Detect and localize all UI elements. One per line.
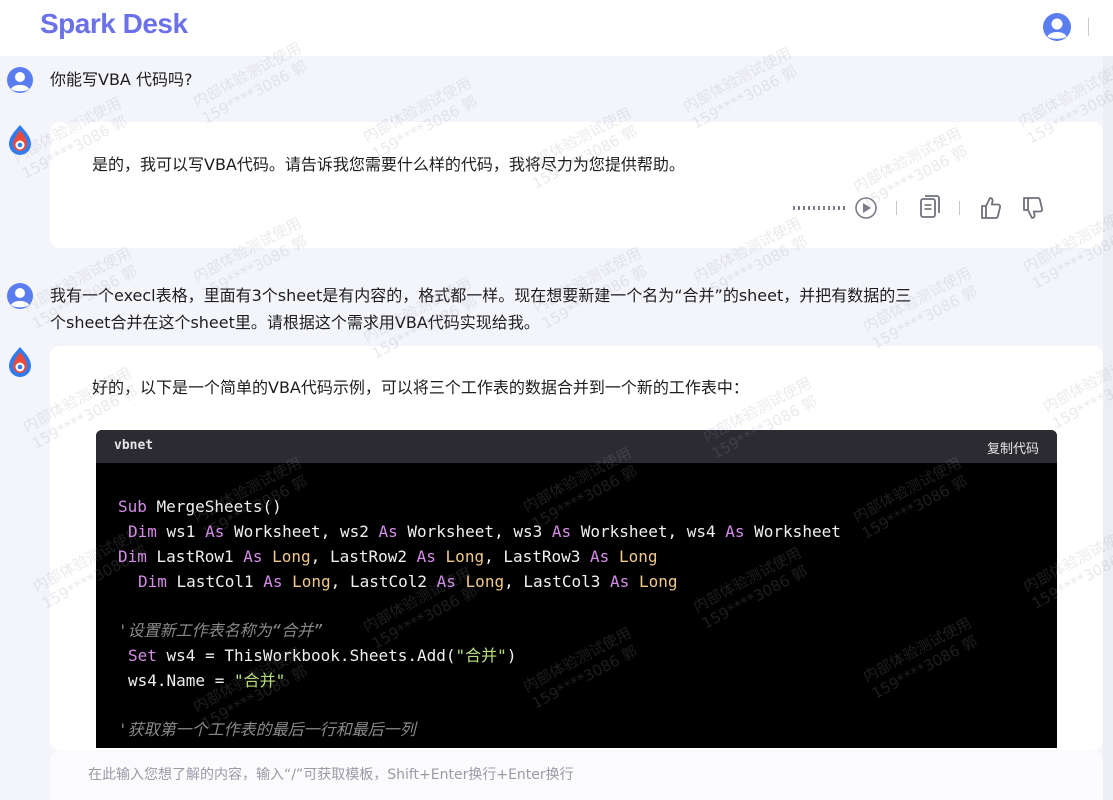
top-header: Spark Desk <box>0 0 1113 56</box>
app-logo[interactable]: Spark Desk <box>40 8 188 40</box>
code-language: vbnet <box>114 438 154 453</box>
user-message-line: 个sheet合并在这个sheet里。请根据这个需求用VBA代码实现给我。 <box>50 313 540 332</box>
code-line: Dim LastRow1 As Long, LastRow2 As Long, … <box>118 547 658 566</box>
code-comment: '获取第一个工作表的最后一行和最后一列 <box>118 720 416 739</box>
action-separator <box>896 201 897 215</box>
user-avatar-icon <box>7 67 33 93</box>
watermark: 内部体验测试使用 159****3086 郭 <box>680 43 801 133</box>
assistant-message: 好的，以下是一个简单的VBA代码示例，可以将三个工作表的数据合并到一个新的工作表… <box>92 378 749 397</box>
chat-input[interactable]: 在此输入您想了解的内容，输入“/”可获取模板，Shift+Enter换行+Ent… <box>50 750 1103 800</box>
code-block: vbnet 复制代码 Sub MergeSheets() Dim ws1 As … <box>96 430 1057 748</box>
code-line: Set ws4 = ThisWorkbook.Sheets.Add("合并") <box>128 646 517 665</box>
action-separator <box>959 201 960 215</box>
user-message-line: 我有一个execl表格，里面有3个sheet是有内容的，格式都一样。现在想要新建… <box>50 286 912 305</box>
audio-play-icon[interactable] <box>792 193 878 223</box>
thumbs-up-icon[interactable] <box>979 193 1003 223</box>
copy-code-button[interactable]: 复制代码 <box>987 438 1039 457</box>
user-avatar-icon <box>7 283 33 309</box>
code-comment: '设置新工作表名称为“合并” <box>118 621 323 640</box>
spark-logo-icon <box>9 125 31 155</box>
header-divider <box>1088 18 1089 36</box>
spark-logo-icon <box>9 347 31 377</box>
thumbs-down-icon[interactable] <box>1021 193 1045 223</box>
code-string: "合并" <box>233 671 286 690</box>
assistant-message: 是的，我可以写VBA代码。请告诉我您需要什么样的代码，我将尽力为您提供帮助。 <box>92 155 685 174</box>
input-placeholder: 在此输入您想了解的内容，输入“/”可获取模板，Shift+Enter换行+Ent… <box>88 767 574 783</box>
profile-avatar-icon[interactable] <box>1042 12 1072 42</box>
code-header: vbnet 复制代码 <box>96 430 1057 463</box>
assistant-answer-card: 是的，我可以写VBA代码。请告诉我您需要什么样的代码，我将尽力为您提供帮助。 <box>50 122 1103 248</box>
code-string: "合并" <box>455 646 507 665</box>
user-message: 你能写VBA 代码吗? <box>50 70 193 89</box>
copy-icon[interactable] <box>918 193 940 223</box>
code-line: ws4.Name = "合并" <box>128 671 286 690</box>
scroll-gutter[interactable] <box>1103 56 1113 800</box>
code-line: Sub MergeSheets() <box>118 497 282 516</box>
code-line: Dim LastCol1 As Long, LastCol2 As Long, … <box>138 572 678 591</box>
code-line: Dim ws1 As Worksheet, ws2 As Worksheet, … <box>128 522 841 541</box>
answer-actions <box>792 193 1052 223</box>
